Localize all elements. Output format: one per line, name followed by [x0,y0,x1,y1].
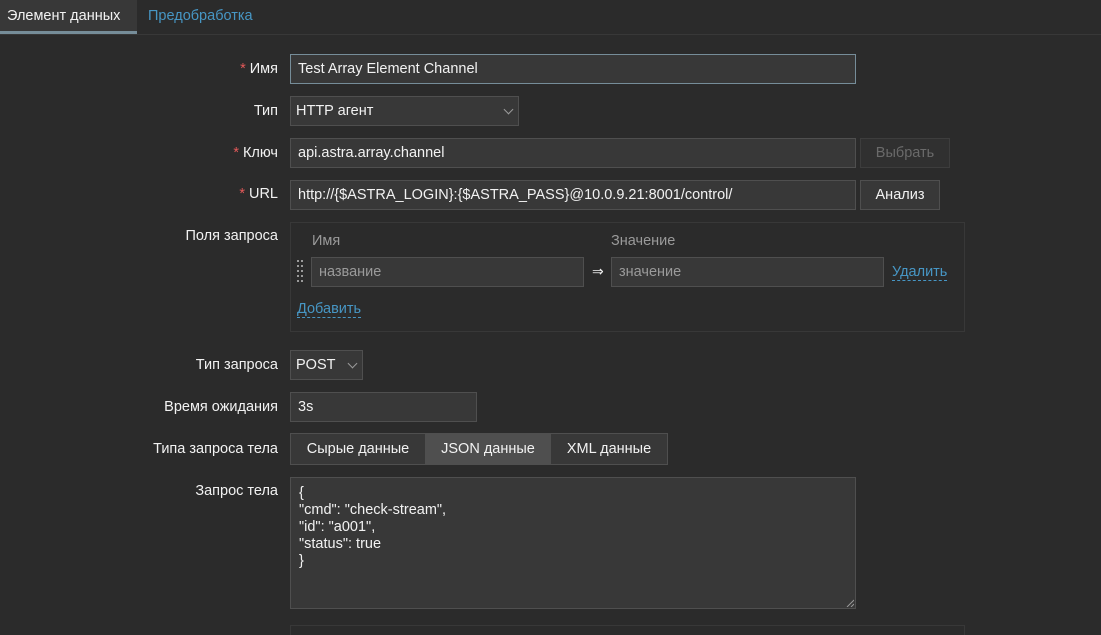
body-type-raw[interactable]: Сырые данные [290,433,426,465]
query-fields-label: Поля запроса [185,228,278,244]
body-type-xml[interactable]: XML данные [550,433,668,465]
resize-handle-icon[interactable] [846,599,854,607]
required-asterisk: * [239,186,245,202]
url-label: * URL [239,186,278,202]
required-asterisk: * [233,145,239,161]
drag-handle-icon[interactable] [297,260,305,284]
tab-preprocessing[interactable]: Предобработка [148,0,253,34]
remove-query-field-link[interactable]: Удалить [892,264,948,281]
request-body-textarea[interactable]: { "cmd": "check-stream", "id": "a001", "… [290,477,856,609]
parse-url-button[interactable]: Анализ [860,180,940,210]
request-type-select[interactable]: POST [290,350,363,380]
tab-bar: Элемент данных Предобработка [0,0,1101,35]
tab-item-element[interactable]: Элемент данных [0,0,137,34]
arrow-icon: ⇒ [592,263,604,279]
request-type-label: Тип запроса [195,357,278,373]
query-name-input[interactable] [311,257,584,287]
query-value-input[interactable] [611,257,884,287]
query-value-header: Значение [611,233,676,249]
url-input[interactable] [290,180,856,210]
select-key-button[interactable]: Выбрать [860,138,950,168]
query-name-header: Имя [312,233,341,249]
chevron-down-icon [347,358,358,369]
key-label: * Ключ [233,145,278,161]
required-asterisk: * [240,61,246,77]
chevron-down-icon [503,104,514,115]
next-field-box [290,625,965,635]
timeout-input[interactable] [290,392,477,422]
body-label: Запрос тела [195,483,278,499]
request-type-value: POST [296,357,336,373]
body-type-json[interactable]: JSON данные [425,433,551,465]
type-select-value: HTTP агент [296,103,374,119]
key-input[interactable] [290,138,856,168]
body-type-label: Типа запроса тела [153,441,278,457]
type-select[interactable]: HTTP агент [290,96,519,126]
type-label: Тип [253,103,278,119]
name-input[interactable] [290,54,856,84]
timeout-label: Время ожидания [164,399,278,415]
name-label: * Имя [240,61,278,77]
add-query-field-link[interactable]: Добавить [297,301,362,318]
